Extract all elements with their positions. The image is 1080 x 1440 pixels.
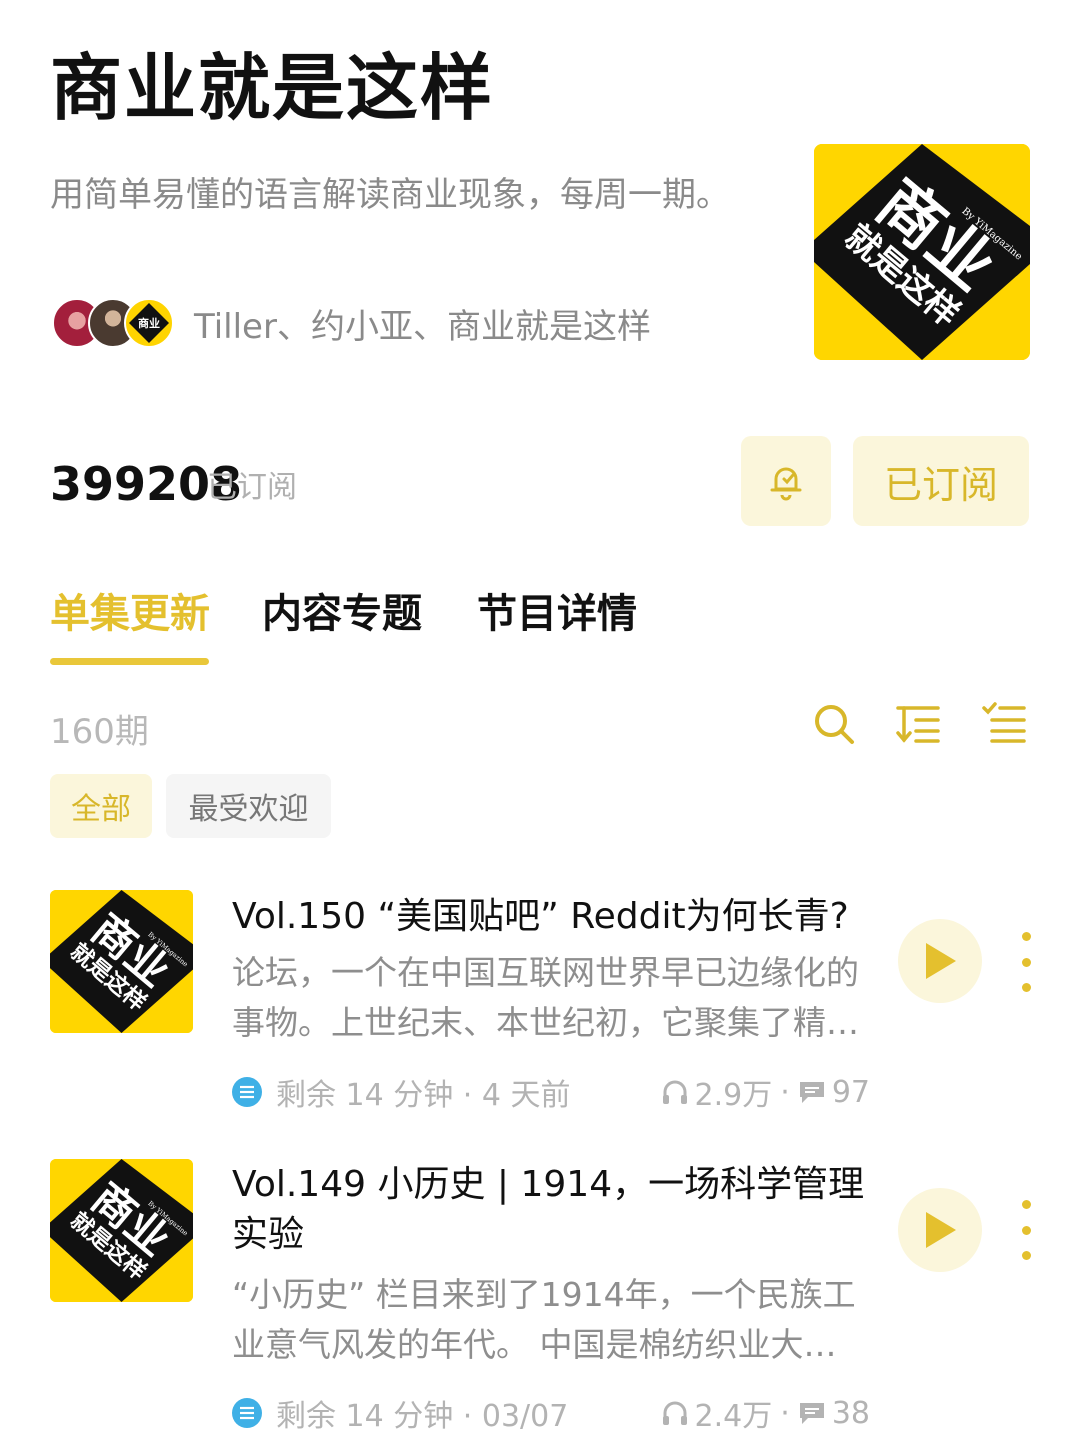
tab-details[interactable]: 节目详情 [477, 588, 637, 640]
playlist-icon [232, 1077, 262, 1107]
podcast-title: 商业就是这样 [50, 46, 495, 130]
sort-icon[interactable] [894, 700, 942, 748]
episode-summary: 论坛，一个在中国互联网世界早已边缘化的事物。上世纪末、本世纪初，它聚集了精… [232, 953, 859, 1042]
comment-count: 97 [831, 1074, 870, 1110]
episode-stats: 2.4万 · 38 [661, 1393, 870, 1434]
active-tab-indicator [50, 658, 209, 665]
hosts-row[interactable]: 商业 Tiller、约小亚、商业就是这样 [52, 296, 651, 350]
more-options-button[interactable] [1010, 932, 1042, 992]
tab-episodes[interactable]: 单集更新 [50, 588, 210, 640]
playlist-icon [232, 1398, 262, 1428]
play-icon [926, 943, 956, 979]
comment-icon [799, 1082, 824, 1103]
episode-title[interactable]: Vol.149 小历史 | 1914，一场科学管理实验 [232, 1160, 872, 1260]
batch-select-icon[interactable] [980, 700, 1028, 748]
tab-topics[interactable]: 内容专题 [262, 588, 422, 640]
notification-button[interactable] [741, 436, 831, 526]
episode-remaining: 剩余 14 分钟 · 4 天前 [276, 1078, 571, 1113]
podcast-description: 用简单易懂的语言解读商业现象，每周一期。 [50, 175, 730, 215]
headphones-icon [662, 1080, 687, 1104]
play-count: 2.4万 [694, 1399, 773, 1434]
more-options-button[interactable] [1010, 1200, 1042, 1260]
stats-separator: · [780, 1074, 790, 1110]
subscribed-button[interactable]: 已订阅 [853, 436, 1029, 526]
filter-all[interactable]: 全部 [50, 774, 152, 838]
svg-text:商业: 商业 [138, 316, 160, 330]
headphones-icon [662, 1401, 687, 1425]
episode-meta: 剩余 14 分钟 · 4 天前 [232, 1072, 571, 1113]
comment-count: 38 [831, 1395, 870, 1431]
play-count: 2.9万 [694, 1078, 773, 1113]
play-button[interactable] [898, 1188, 982, 1272]
episode-count: 160期 [50, 712, 149, 752]
host-avatar: 商业 [124, 298, 174, 348]
episode-thumbnail[interactable]: 商业 就是这样 By YiMagazine [50, 1159, 193, 1302]
play-button[interactable] [898, 919, 982, 1003]
episode-title[interactable]: Vol.150 “美国贴吧” Reddit为何长青? [232, 892, 872, 942]
hosts-names: Tiller、约小亚、商业就是这样 [194, 306, 651, 347]
episode-summary: “小历史” 栏目来到了1914年，一个民族工业意气风发的年代。 中国是棉纺织业大… [232, 1275, 856, 1364]
podcast-cover: 商业 就是这样 By YiMagazine [814, 144, 1030, 360]
episode-thumbnail[interactable]: 商业 就是这样 By YiMagazine [50, 890, 193, 1033]
filter-popular[interactable]: 最受欢迎 [166, 774, 331, 838]
subscriber-label: 已订阅 [207, 470, 297, 505]
play-icon [926, 1212, 956, 1248]
search-icon[interactable] [810, 700, 858, 748]
episode-remaining: 剩余 14 分钟 · 03/07 [276, 1399, 569, 1434]
episode-meta: 剩余 14 分钟 · 03/07 [232, 1393, 569, 1434]
stats-separator: · [780, 1395, 790, 1431]
episode-stats: 2.9万 · 97 [661, 1072, 870, 1113]
bell-icon [770, 467, 802, 501]
comment-icon [799, 1403, 824, 1424]
